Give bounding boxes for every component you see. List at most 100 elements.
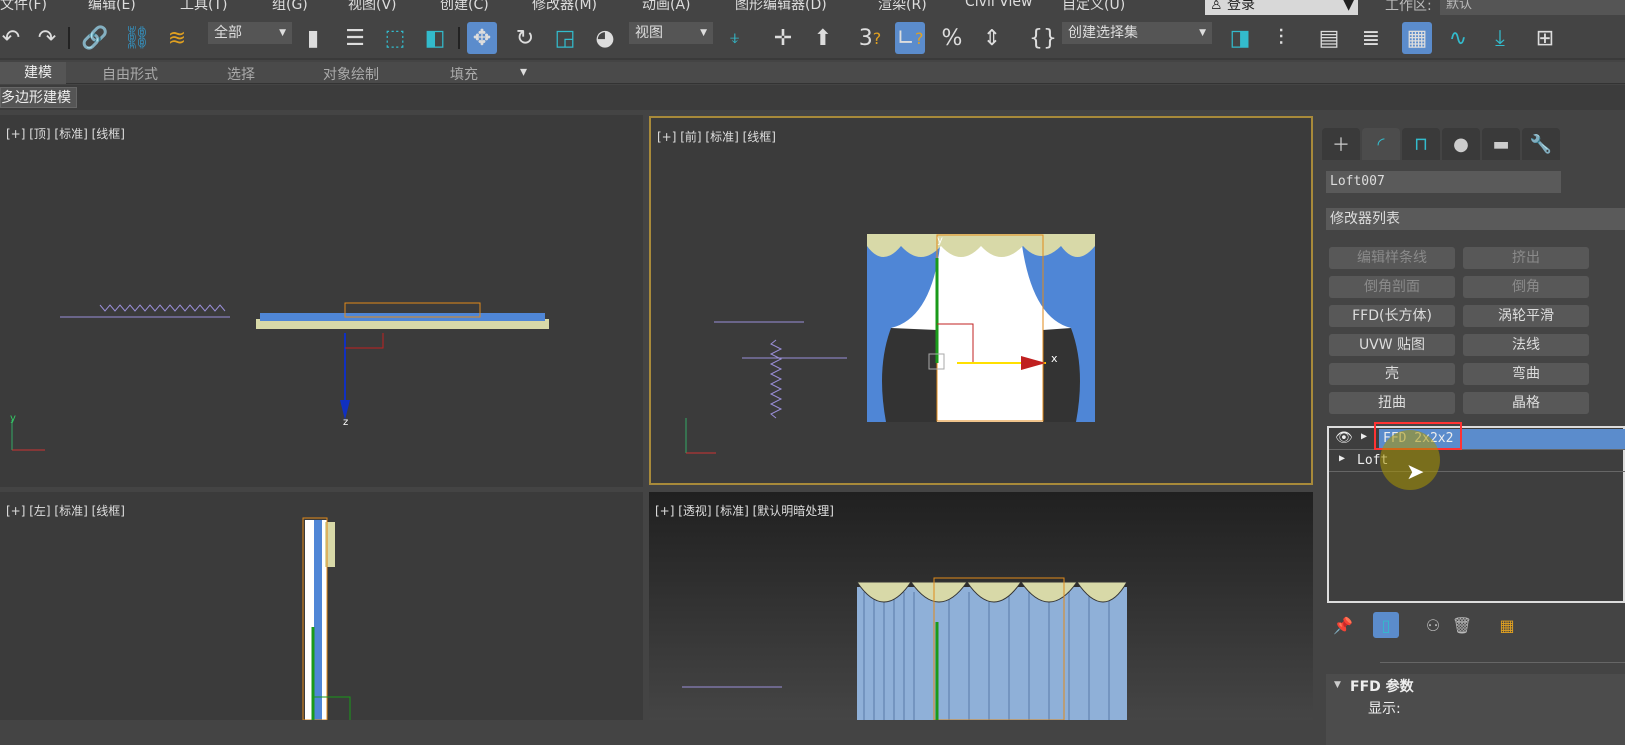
menu-file[interactable]: 文件(F)	[0, 0, 47, 14]
chevron-down-icon: ▼	[1199, 28, 1206, 38]
modifier-stack: 👁 ▶ FFD 2x2x2 ▶ Loft	[1327, 426, 1625, 603]
main-toolbar: ↶ ↷ 🔗 ⛓ ≋ 全部 ▼ ▮ ☰ ⬚ ◧ ✥ ↻ ◲ ◕ 视图 ▼ ⍖ ✛ ⬆ …	[0, 17, 1625, 60]
menu-create[interactable]: 创建(C)	[440, 0, 489, 14]
object-name-field[interactable]: Loft007	[1326, 171, 1561, 193]
modifier-button[interactable]: 法线	[1463, 334, 1589, 356]
hierarchy-tab-icon[interactable]: ⊓	[1402, 128, 1440, 160]
tab-object-paint[interactable]: 对象绘制	[323, 64, 379, 84]
display-tab-icon[interactable]: ▬	[1482, 128, 1520, 160]
scale-icon[interactable]: ◲	[550, 22, 580, 54]
scene-explorer-icon[interactable]: ▤	[1314, 22, 1344, 54]
spinner-snap-icon[interactable]: ⇕	[977, 22, 1007, 54]
polygon-modeling-button[interactable]: 多边形建模	[0, 87, 77, 108]
modifier-button[interactable]: 晶格	[1463, 392, 1589, 414]
schematic-view-icon[interactable]: ⤓	[1485, 22, 1515, 54]
modifier-button[interactable]: 倒角	[1463, 276, 1589, 298]
modifier-button[interactable]: FFD(长方体)	[1329, 305, 1455, 327]
menu-group[interactable]: 组(G)	[272, 0, 308, 14]
rollout-title[interactable]: FFD 参数	[1350, 676, 1414, 696]
modifier-button[interactable]: 倒角剖面	[1329, 276, 1455, 298]
link-icon[interactable]: 🔗	[80, 22, 110, 54]
percent-snap-icon[interactable]: %	[937, 22, 967, 54]
viewport-left[interactable]: [+] [左] [标准] [线框]	[0, 492, 643, 720]
axis-y-label: y	[10, 413, 16, 424]
place-icon[interactable]: ◕	[590, 22, 620, 54]
named-selection-dropdown[interactable]: 创建选择集 ▼	[1062, 22, 1212, 44]
viewport-perspective[interactable]: [+] [透视] [标准] [默认明暗处理]	[649, 492, 1313, 720]
pin-stack-icon[interactable]: 📌	[1330, 612, 1356, 638]
tab-freeform[interactable]: 自由形式	[102, 64, 158, 84]
curve-editor-icon[interactable]: ∿	[1443, 22, 1473, 54]
undo-icon[interactable]: ↶	[0, 22, 26, 54]
ribbon-options-icon[interactable]: ▾	[520, 64, 527, 80]
select-manipulate-icon[interactable]: ✛	[768, 22, 798, 54]
move-icon[interactable]: ✥	[467, 22, 497, 54]
make-unique-icon[interactable]: ⚇	[1420, 612, 1446, 638]
modifier-button[interactable]: UVW 贴图	[1329, 334, 1455, 356]
reference-coord-dropdown[interactable]: 视图 ▼	[629, 22, 713, 44]
snap-toggle-icon[interactable]: 3?	[855, 22, 885, 54]
stack-item-loft[interactable]: ▶ Loft	[1329, 450, 1625, 472]
motion-tab-icon[interactable]: ●	[1442, 128, 1480, 160]
modifier-list-dropdown[interactable]: 修改器列表	[1326, 208, 1625, 230]
tab-modeling[interactable]: 建模	[0, 62, 66, 84]
menu-tools[interactable]: 工具(T)	[180, 0, 227, 14]
align-icon[interactable]: ⫶	[1266, 22, 1296, 54]
modifier-button[interactable]: 挤出	[1463, 247, 1589, 269]
workspace-label: 工作区:	[1385, 0, 1432, 14]
create-tab-icon[interactable]: ＋	[1322, 128, 1360, 160]
select-by-name-icon[interactable]: ☰	[340, 22, 370, 54]
modify-tab-icon[interactable]: ◜	[1362, 128, 1400, 160]
ribbon-toggle-icon[interactable]: ▦	[1402, 22, 1432, 54]
menu-views[interactable]: 视图(V)	[348, 0, 397, 14]
modifier-button[interactable]: 壳	[1329, 363, 1455, 385]
divider	[1380, 662, 1625, 663]
menu-edit[interactable]: 编辑(E)	[88, 0, 136, 14]
mouse-cursor-icon: ➤	[1406, 460, 1425, 485]
tab-selection[interactable]: 选择	[227, 64, 255, 84]
tab-populate[interactable]: 填充	[450, 64, 478, 84]
select-object-icon[interactable]: ▮	[298, 22, 328, 54]
workspace-dropdown[interactable]: 默认	[1440, 0, 1625, 15]
menu-rendering[interactable]: 渲染(R)	[878, 0, 927, 14]
angle-snap-icon[interactable]: ∟?	[895, 22, 925, 54]
edit-named-selection-icon[interactable]: {}	[1028, 22, 1058, 54]
show-end-result-icon[interactable]: ▯	[1373, 612, 1399, 638]
utilities-tab-icon[interactable]: 🔧	[1522, 128, 1560, 160]
bind-space-warp-icon[interactable]: ≋	[162, 22, 192, 54]
modifier-button[interactable]: 编辑样条线	[1329, 247, 1455, 269]
expand-arrow-icon[interactable]: ▶	[1361, 431, 1367, 442]
viewport-front[interactable]: [+] [前] [标准] [线框] y x	[649, 116, 1313, 485]
chevron-down-icon: ▼	[1343, 0, 1354, 13]
modifier-button[interactable]: 弯曲	[1463, 363, 1589, 385]
ribbon-panel: 多边形建模	[0, 85, 1625, 110]
keyboard-shortcut-icon[interactable]: ⬆	[808, 22, 838, 54]
pivot-icon[interactable]: ⍖	[720, 22, 750, 54]
selection-filter-dropdown[interactable]: 全部 ▼	[208, 22, 292, 44]
viewport-top[interactable]: [+] [顶] [标准] [线框] y z	[0, 115, 643, 487]
redo-icon[interactable]: ↷	[32, 22, 62, 54]
layer-explorer-icon[interactable]: ≣	[1356, 22, 1386, 54]
window-crossing-icon[interactable]: ◧	[420, 22, 450, 54]
rect-selection-icon[interactable]: ⬚	[380, 22, 410, 54]
unlink-icon[interactable]: ⛓	[122, 22, 152, 54]
menu-customize[interactable]: 自定义(U)	[1062, 0, 1125, 14]
chevron-down-icon: ▼	[700, 28, 707, 38]
rotate-icon[interactable]: ↻	[510, 22, 540, 54]
menu-civil-view[interactable]: Civil View	[965, 0, 1032, 10]
collapse-arrow-icon[interactable]: ▼	[1334, 680, 1341, 690]
command-panel-tabs: ＋ ◜ ⊓ ● ▬ 🔧	[1322, 128, 1625, 160]
expand-arrow-icon[interactable]: ▶	[1339, 453, 1345, 464]
modifier-button[interactable]: 涡轮平滑	[1463, 305, 1589, 327]
configure-modifier-sets-icon[interactable]: ▦	[1494, 612, 1520, 638]
perspective-curtain	[682, 577, 1128, 720]
mirror-icon[interactable]: ◨	[1225, 22, 1255, 54]
modifier-button[interactable]: 扭曲	[1329, 392, 1455, 414]
material-editor-icon[interactable]: ⊞	[1530, 22, 1560, 54]
remove-modifier-icon[interactable]: 🗑	[1449, 612, 1475, 638]
menu-animation[interactable]: 动画(A)	[642, 0, 691, 14]
menu-graph-editors[interactable]: 图形编辑器(D)	[735, 0, 827, 14]
login-dropdown[interactable]: ♙ 登录 ▼	[1205, 0, 1358, 15]
eye-icon[interactable]: 👁	[1335, 430, 1353, 446]
menu-modifiers[interactable]: 修改器(M)	[532, 0, 597, 14]
